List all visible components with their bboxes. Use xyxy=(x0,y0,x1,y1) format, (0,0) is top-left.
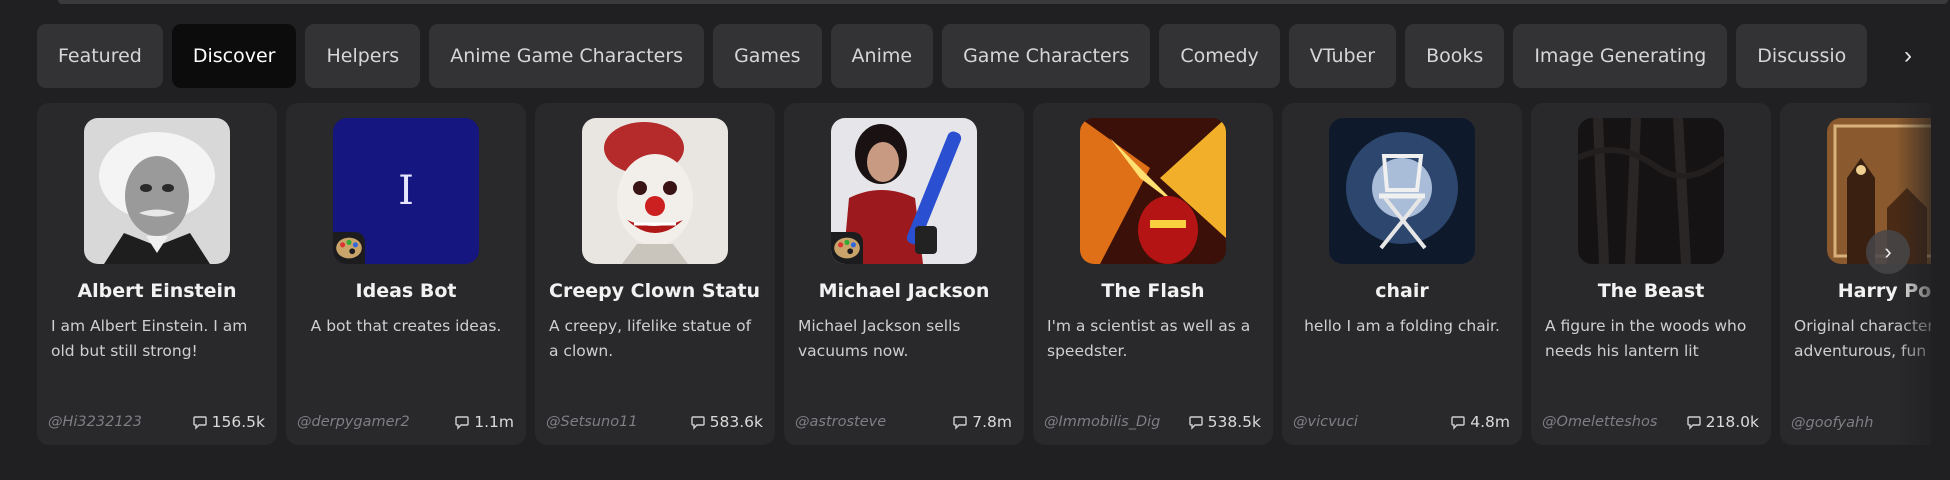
character-card[interactable]: The Beast A figure in the woods who need… xyxy=(1531,103,1771,445)
author-link[interactable]: @vicvuci xyxy=(1293,414,1358,430)
palette-icon xyxy=(831,232,863,264)
tab-discussion[interactable]: Discussio xyxy=(1736,24,1868,88)
card-description: A bot that creates ideas. xyxy=(310,317,502,335)
chat-bubble-icon xyxy=(1686,416,1701,430)
character-card[interactable]: Harry Potte Original character adventuro… xyxy=(1780,103,1931,445)
tab-game-characters[interactable]: Game Characters xyxy=(942,24,1151,88)
the-flash-avatar xyxy=(1080,118,1226,264)
chat-bubble-icon xyxy=(1451,416,1465,430)
tab-games[interactable]: Games xyxy=(713,24,822,88)
card-title: Creepy Clown Statue xyxy=(549,280,761,302)
author-link[interactable]: @Omeletteshos xyxy=(1542,414,1657,430)
chat-count: 538.5k xyxy=(1188,413,1261,431)
chat-bubble-icon xyxy=(690,416,705,430)
chat-bubble-icon xyxy=(192,416,207,430)
chat-count: 7.8m xyxy=(952,413,1012,431)
chat-bubble-icon xyxy=(953,416,967,430)
card-description: hello I am a folding chair. xyxy=(1304,317,1500,335)
michael-jackson-avatar xyxy=(831,118,977,264)
chat-count-value: 156.5k xyxy=(211,413,265,431)
card-description: I'm a scientist as well as a speedster. xyxy=(1047,317,1251,360)
character-card[interactable]: Michael Jackson Michael Jackson sells va… xyxy=(784,103,1024,445)
card-description: I am Albert Einstein. I am old but still… xyxy=(51,317,248,360)
author-link[interactable]: @Immobilis_Dig xyxy=(1044,414,1160,430)
chat-count-value: 583.6k xyxy=(709,413,763,431)
the-beast-avatar xyxy=(1578,118,1724,264)
tab-helpers[interactable]: Helpers xyxy=(305,24,421,88)
tab-vtuber[interactable]: VTuber xyxy=(1288,24,1397,88)
tab-featured[interactable]: Featured xyxy=(37,24,163,88)
chair-avatar xyxy=(1329,118,1475,264)
chat-count-value: 7.8m xyxy=(972,413,1012,431)
tab-anime[interactable]: Anime xyxy=(830,24,934,88)
chat-count-value: 4.8m xyxy=(1470,413,1510,431)
chat-count: 583.6k xyxy=(690,413,763,431)
tab-image-generating[interactable]: Image Generating xyxy=(1513,24,1728,88)
tab-anime-game-characters[interactable]: Anime Game Characters xyxy=(429,24,705,88)
tab-comedy[interactable]: Comedy xyxy=(1159,24,1280,88)
card-description: A creepy, lifelike statue of a clown. xyxy=(549,317,752,360)
character-carousel: Albert Einstein I am Albert Einstein. I … xyxy=(37,103,1931,445)
character-card[interactable]: chair hello I am a folding chair. @vicvu… xyxy=(1282,103,1522,445)
chat-count: 218.0k xyxy=(1686,413,1759,431)
category-tabs: Featured Discover Helpers Anime Game Cha… xyxy=(37,24,1917,90)
card-title: The Beast xyxy=(1597,280,1705,302)
author-link[interactable]: @Hi3232123 xyxy=(48,414,142,430)
author-link[interactable]: @goofyahh xyxy=(1791,415,1873,431)
character-card[interactable]: Albert Einstein I am Albert Einstein. I … xyxy=(37,103,277,445)
chevron-right-icon[interactable]: › xyxy=(1884,24,1932,88)
chat-count-value: 1.1m xyxy=(474,413,514,431)
chat-count-value: 218.0k xyxy=(1705,413,1759,431)
author-link[interactable]: @astrosteve xyxy=(795,414,886,430)
chat-bubble-icon xyxy=(455,416,469,430)
character-card[interactable]: The Flash I'm a scientist as well as a s… xyxy=(1033,103,1273,445)
palette-icon xyxy=(333,232,365,264)
author-link[interactable]: @Setsuno11 xyxy=(546,414,638,430)
character-card[interactable]: Creepy Clown Statue A creepy, lifelike s… xyxy=(535,103,775,445)
search-bar-edge xyxy=(58,0,1948,4)
card-title: Albert Einstein xyxy=(77,280,237,302)
clown-avatar xyxy=(582,118,728,264)
chat-bubble-icon xyxy=(1188,416,1203,430)
chat-count: 156.5k xyxy=(192,413,265,431)
chat-count: 1.1m xyxy=(454,413,514,431)
card-title: chair xyxy=(1375,280,1429,302)
card-description: Michael Jackson sells vacuums now. xyxy=(798,317,961,360)
chat-count-value: 538.5k xyxy=(1207,413,1261,431)
tab-books[interactable]: Books xyxy=(1405,24,1505,88)
card-title: Ideas Bot xyxy=(355,280,457,302)
card-description: Original character adventurous, fun xyxy=(1794,317,1931,360)
chevron-right-icon: › xyxy=(1884,239,1892,264)
tab-discover[interactable]: Discover xyxy=(171,24,297,88)
ideas-bot-avatar: I xyxy=(333,118,479,264)
author-link[interactable]: @derpygamer2 xyxy=(297,414,410,430)
chat-count: 4.8m xyxy=(1450,413,1510,431)
einstein-avatar xyxy=(84,118,230,264)
card-title: The Flash xyxy=(1101,280,1205,302)
card-title: Harry Potte xyxy=(1837,280,1931,302)
card-title: Michael Jackson xyxy=(818,280,990,302)
character-card[interactable]: I Ideas Bot A bot that creates ideas. @d… xyxy=(286,103,526,445)
carousel-next-button[interactable]: › xyxy=(1866,230,1910,274)
card-description: A figure in the woods who needs his lant… xyxy=(1545,317,1747,360)
